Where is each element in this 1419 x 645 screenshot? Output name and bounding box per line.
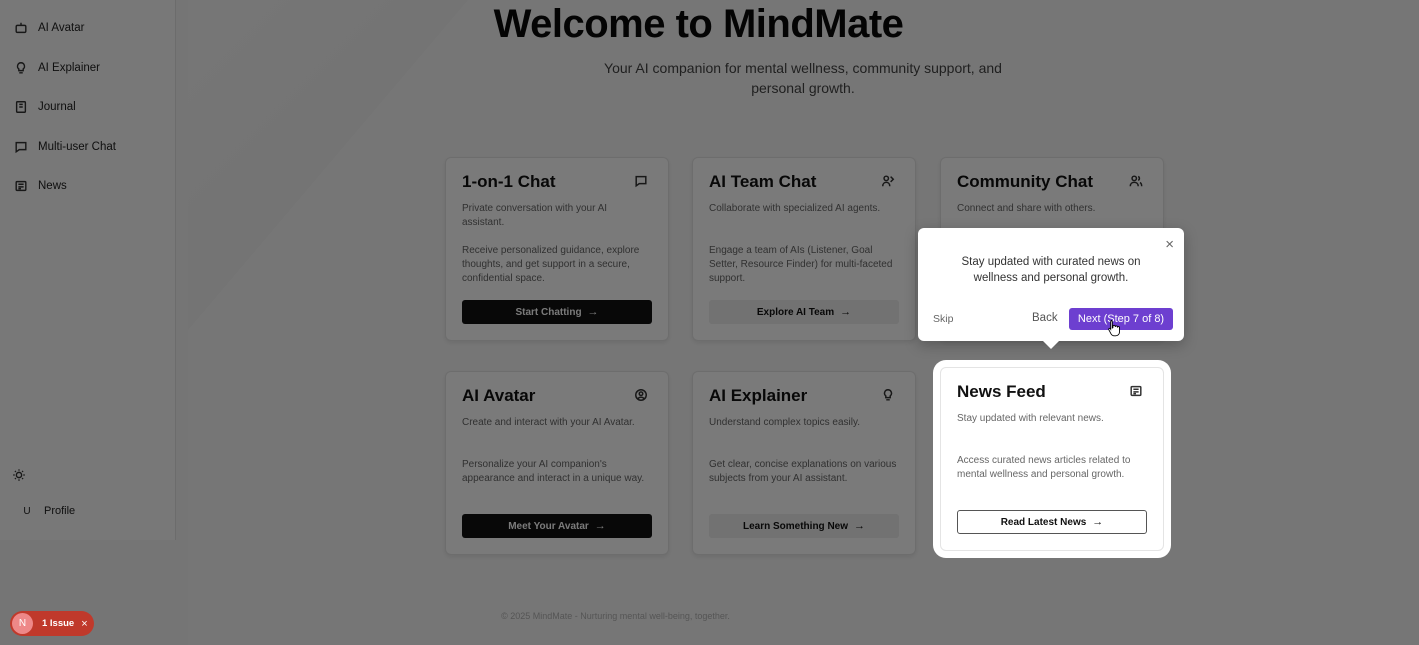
card-description: Understand complex topics easily. (709, 417, 860, 428)
card-ai-team-chat: AI Team Chat Collaborate with specialize… (692, 157, 916, 341)
message-square-icon (634, 174, 648, 188)
skip-button[interactable]: Skip (933, 313, 953, 325)
card-body: Engage a team of AIs (Listener, Goal Set… (709, 245, 893, 284)
arrow-right-icon: → (587, 306, 599, 318)
meet-your-avatar-button[interactable]: Meet Your Avatar → (462, 514, 652, 538)
hero: Welcome to MindMate (0, 2, 1419, 47)
card-ai-avatar: AI Avatar Create and interact with your … (445, 371, 669, 555)
issue-label: 1 Issue (42, 618, 75, 629)
sidebar: AI Avatar AI Explainer Journal Multi-use… (0, 0, 176, 540)
tour-tooltip: × Stay updated with curated news on well… (918, 228, 1184, 349)
tooltip-caret (1042, 340, 1060, 349)
chat-icon (15, 141, 27, 154)
card-news-feed: News Feed Stay updated with relevant new… (940, 367, 1164, 551)
theme-toggle-button[interactable] (12, 468, 28, 484)
arrow-right-icon: → (1092, 516, 1104, 528)
card-title: 1-on-1 Chat (462, 172, 556, 191)
user-circle-icon (634, 388, 648, 402)
sidebar-item-label: Multi-user Chat (38, 141, 116, 153)
sidebar-item-label: News (38, 180, 67, 192)
sidebar-item-label: AI Explainer (38, 62, 101, 74)
close-icon[interactable]: × (1165, 236, 1174, 253)
card-1on1-chat: 1-on-1 Chat Private conversation with yo… (445, 157, 669, 341)
card-body: Receive personalized guidance, explore t… (462, 245, 640, 284)
learn-something-new-button[interactable]: Learn Something New → (709, 514, 899, 538)
team-icon (881, 174, 895, 188)
page-subtitle: Your AI companion for mental wellness, c… (604, 60, 1002, 96)
newspaper-icon (1129, 384, 1143, 398)
profile-link[interactable]: U Profile (20, 505, 75, 517)
card-description: Connect and share with others. (957, 203, 1096, 214)
avatar: U (23, 505, 31, 517)
card-title: News Feed (957, 382, 1046, 401)
newspaper-icon (15, 180, 27, 192)
sun-icon (13, 469, 25, 481)
card-title: Community Chat (957, 172, 1093, 191)
profile-label: Profile (44, 505, 76, 517)
users-icon (1129, 174, 1143, 188)
tour-message: Stay updated with curated news on wellne… (961, 256, 1141, 284)
lightbulb-icon (881, 388, 895, 402)
sidebar-item-ai-explainer[interactable]: AI Explainer (14, 57, 100, 79)
arrow-right-icon: → (840, 306, 852, 318)
page-title: Welcome to MindMate (493, 2, 904, 46)
card-title: AI Avatar (462, 386, 536, 405)
card-body: Access curated news articles related to … (957, 455, 1131, 480)
avatar: N (12, 613, 33, 634)
next-button[interactable]: Next (Step 7 of 8) (1069, 308, 1173, 330)
footer-text: © 2025 MindMate - Nurturing mental well-… (501, 611, 730, 621)
lightbulb-icon (16, 62, 26, 74)
card-ai-explainer: AI Explainer Understand complex topics e… (692, 371, 916, 555)
back-button[interactable]: Back (1032, 312, 1058, 324)
read-latest-news-button[interactable]: Read Latest News → (957, 510, 1147, 534)
sidebar-item-journal[interactable]: Journal (14, 96, 76, 118)
arrow-right-icon: → (594, 520, 606, 532)
card-title: AI Team Chat (709, 172, 817, 191)
arrow-right-icon: → (854, 520, 865, 532)
sidebar-item-multi-user-chat[interactable]: Multi-user Chat (14, 136, 116, 158)
card-description: Private conversation with your AI assist… (462, 203, 608, 228)
card-description: Collaborate with specialized AI agents. (709, 203, 881, 214)
explore-ai-team-button[interactable]: Explore AI Team → (709, 300, 899, 324)
sidebar-item-news[interactable]: News (14, 175, 67, 197)
card-description: Create and interact with your AI Avatar. (462, 417, 635, 428)
card-body: Get clear, concise explanations on vario… (709, 459, 897, 484)
close-icon[interactable]: × (81, 618, 87, 630)
start-chatting-button[interactable]: Start Chatting → (462, 300, 652, 324)
sidebar-item-label: Journal (38, 101, 76, 113)
footer: © 2025 MindMate - Nurturing mental well-… (0, 611, 1419, 621)
hand-cursor-icon (1108, 320, 1120, 337)
card-description: Stay updated with relevant news. (957, 413, 1104, 424)
card-title: AI Explainer (709, 386, 808, 405)
card-body: Personalize your AI companion's appearan… (462, 459, 645, 484)
issue-badge[interactable]: N 1 Issue × (10, 611, 94, 636)
journal-icon (15, 101, 27, 113)
